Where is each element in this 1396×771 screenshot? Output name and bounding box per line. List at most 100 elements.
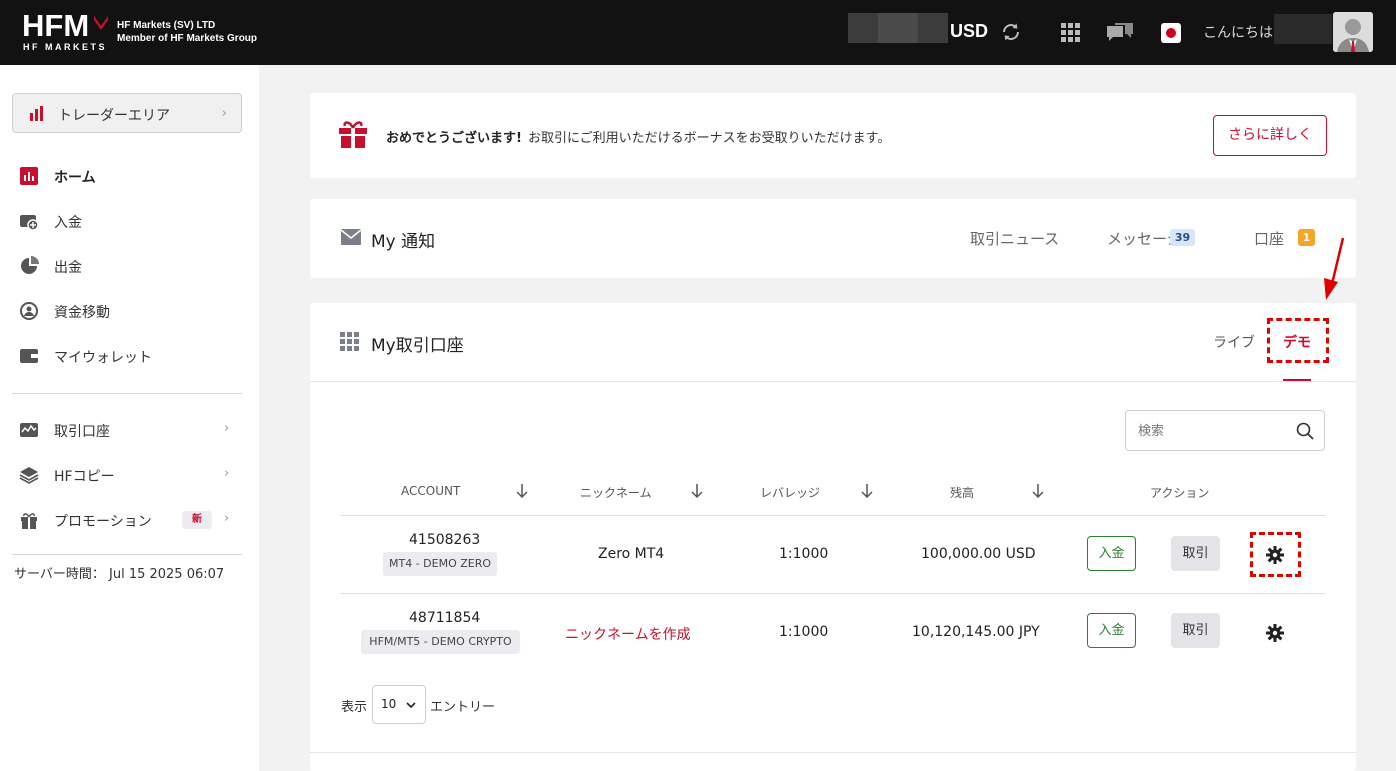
apps-grid-icon[interactable] (1058, 20, 1082, 44)
trade-button[interactable]: 取引 (1171, 613, 1220, 648)
sidebar-item-label: HFコピー (54, 469, 115, 485)
redacted-balance-part (878, 13, 918, 43)
deposit-icon (20, 215, 39, 231)
hfm-logo[interactable]: HFM HF MARKETS (22, 10, 110, 54)
trade-button[interactable]: 取引 (1171, 536, 1220, 571)
wallet-icon (20, 349, 38, 363)
balance-currency: USD (950, 21, 989, 41)
account-type-tag: MT4 - DEMO ZERO (383, 552, 497, 576)
annotation-arrow-icon (1324, 237, 1345, 300)
messages-count-badge: 39 (1170, 229, 1195, 246)
transfer-icon (20, 302, 38, 320)
account-leverage: 1:1000 (779, 546, 829, 562)
deposit-button[interactable]: 入金 (1087, 536, 1136, 571)
company-info: HF Markets (SV) LTD Member of HF Markets… (117, 19, 257, 45)
account-balance: 100,000.00 USD (921, 546, 1036, 562)
create-nickname-link[interactable]: ニックネームを作成 (565, 624, 691, 644)
server-time: サーバー時間： Jul 15 2025 06:07 (14, 567, 225, 582)
sidebar-item-wallet[interactable]: マイウォレット (0, 338, 259, 374)
bonus-description: お取引にご利用いただけるボーナスをお受取りいただけます。 (527, 131, 891, 146)
sidebar-item-withdraw[interactable]: 出金 (0, 248, 259, 284)
account-balance: 10,120,145.00 JPY (912, 624, 1040, 640)
show-label: 表示 (341, 700, 368, 715)
logo-accent-icon (94, 16, 108, 30)
sidebar-item-home[interactable]: ホーム (0, 158, 259, 194)
account-leverage: 1:1000 (779, 624, 829, 640)
card-divider (310, 381, 1356, 382)
top-bar: HFM HF MARKETS HF Markets (SV) LTD Membe… (0, 0, 1396, 65)
bonus-text: おめでとうございます! お取引にご利用いただけるボーナスをお受取りいただけます。 (386, 127, 890, 146)
notifications-card: My 通知 取引ニュース メッセージ 39 口座 1 (310, 199, 1356, 278)
account-type-tag: HFM/MT5 - DEMO CRYPTO (361, 630, 520, 654)
deposit-button[interactable]: 入金 (1087, 613, 1136, 648)
logo-subtext: HF MARKETS (23, 42, 107, 52)
trading-accounts-card: My取引口座 ライブ デモ ACCOUNT ニックネーム レバレッジ 残高 アク… (310, 303, 1356, 771)
search-icon[interactable] (1296, 422, 1314, 440)
tab-live[interactable]: ライブ (1213, 332, 1255, 352)
sidebar-item-label: 入金 (54, 215, 82, 231)
sidebar: トレーダーエリア › ホーム 入金 出金 資金移動 マイウォレット 取引口座 ›… (0, 65, 259, 771)
notifications-title: My 通知 (371, 232, 436, 252)
demo-tab-highlight (1267, 318, 1329, 363)
sidebar-item-label: ホーム (54, 170, 96, 186)
home-chart-icon (20, 167, 38, 185)
column-header-leverage[interactable]: レバレッジ (760, 484, 820, 501)
sort-arrow-icon[interactable] (860, 483, 874, 499)
sidebar-item-deposit[interactable]: 入金 (0, 203, 259, 239)
envelope-icon (340, 229, 362, 245)
sidebar-item-promotion[interactable]: プロモーション 新 › (0, 502, 259, 538)
flag-japan-icon[interactable] (1160, 21, 1182, 45)
sidebar-item-label: マイウォレット (54, 350, 152, 366)
column-header-action: アクション (1150, 486, 1210, 500)
page-size-value: 10 (381, 697, 397, 711)
grid-icon (340, 332, 359, 351)
bonus-banner: おめでとうございます! お取引にご利用いただけるボーナスをお受取りいただけます。 … (310, 93, 1356, 178)
gear-icon[interactable] (1266, 624, 1284, 642)
logo-text: HFM (22, 8, 90, 43)
redacted-username (1274, 14, 1332, 44)
table-divider (340, 515, 1325, 516)
bonus-headline: おめでとうございます! (386, 131, 522, 146)
tab-accounts[interactable]: 口座 (1254, 228, 1284, 249)
new-badge: 新 (182, 511, 212, 529)
sidebar-item-label: 取引口座 (54, 424, 110, 440)
bar-chart-icon (30, 106, 43, 121)
company-group: Member of HF Markets Group (117, 33, 258, 44)
user-avatar-icon (1333, 12, 1373, 52)
chevron-down-icon (406, 702, 416, 709)
trading-account-icon (20, 423, 38, 437)
column-header-balance[interactable]: 残高 (950, 484, 974, 501)
trader-area-button[interactable]: トレーダーエリア › (12, 93, 242, 133)
tab-trading-news[interactable]: 取引ニュース (970, 228, 1059, 249)
chat-icon[interactable] (1106, 20, 1134, 44)
sidebar-item-trading-accounts[interactable]: 取引口座 › (0, 412, 259, 448)
page-size-select[interactable]: 10 (372, 685, 426, 724)
refresh-icon[interactable] (999, 20, 1023, 44)
accounts-count-badge: 1 (1298, 229, 1315, 246)
account-nickname: Zero MT4 (598, 546, 665, 562)
chevron-right-icon: › (221, 106, 227, 121)
table-divider (340, 593, 1325, 594)
column-header-account[interactable]: ACCOUNT (401, 484, 460, 498)
sidebar-item-hfcopy[interactable]: HFコピー › (0, 457, 259, 493)
sidebar-item-transfer[interactable]: 資金移動 (0, 293, 259, 329)
chevron-right-icon: › (224, 421, 230, 436)
gift-icon (21, 513, 37, 529)
search-input[interactable] (1138, 421, 1288, 441)
column-header-nickname[interactable]: ニックネーム (580, 484, 652, 501)
entries-label: エントリー (430, 700, 496, 715)
sidebar-divider (12, 393, 242, 394)
sidebar-divider (12, 554, 242, 555)
search-box[interactable] (1125, 410, 1325, 451)
sort-arrow-icon[interactable] (690, 483, 704, 499)
sort-arrow-icon[interactable] (1031, 483, 1045, 499)
withdraw-icon (21, 256, 39, 274)
sort-arrow-icon[interactable] (515, 483, 529, 499)
card-divider (310, 752, 1356, 753)
account-number: 48711854 (409, 610, 481, 626)
gift-icon (339, 121, 367, 148)
learn-more-button[interactable]: さらに詳しく (1213, 115, 1327, 156)
trader-area-label: トレーダーエリア (58, 108, 170, 124)
user-avatar[interactable] (1333, 12, 1373, 52)
company-name: HF Markets (SV) LTD (117, 20, 216, 31)
